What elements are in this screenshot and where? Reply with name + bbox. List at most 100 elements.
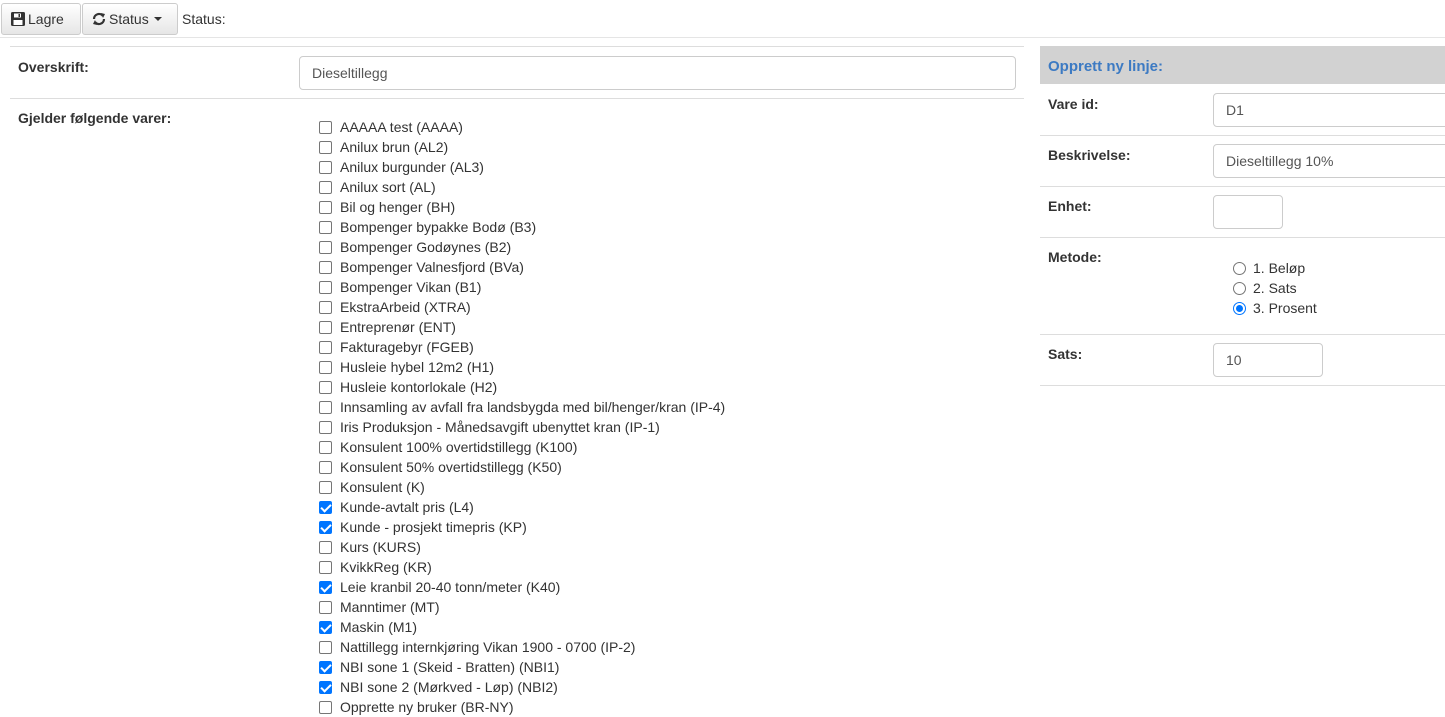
item-label: Entreprenør (ENT): [340, 319, 456, 335]
heading-label: Overskrift:: [18, 59, 89, 75]
metode-radio-group: 1. Beløp 2. Sats 3. Prosent: [1233, 258, 1317, 318]
checkbox-unchecked[interactable]: [319, 260, 332, 274]
item-checkbox-row[interactable]: Anilux brun (AL2): [319, 137, 725, 157]
item-checkbox-row[interactable]: Bompenger bypakke Bodø (B3): [319, 217, 725, 237]
checkbox-unchecked[interactable]: [319, 160, 332, 174]
metode-option-label: 1. Beløp: [1253, 260, 1306, 276]
checkbox-unchecked[interactable]: [319, 420, 332, 434]
item-label: Fakturagebyr (FGEB): [340, 339, 474, 355]
item-label: Konsulent (K): [340, 479, 425, 495]
checkbox-unchecked[interactable]: [319, 300, 332, 314]
checkbox-unchecked[interactable]: [319, 220, 332, 234]
checkbox-unchecked[interactable]: [319, 360, 332, 374]
checkbox-checked[interactable]: [319, 680, 332, 694]
checkbox-unchecked[interactable]: [319, 340, 332, 354]
item-label: Iris Produksjon - Månedsavgift ubenyttet…: [340, 419, 660, 435]
item-label: Konsulent 100% overtidstillegg (K100): [340, 439, 578, 455]
checkbox-unchecked[interactable]: [319, 400, 332, 414]
enhet-label: Enhet:: [1048, 198, 1092, 214]
item-checkbox-row[interactable]: Anilux sort (AL): [319, 177, 725, 197]
heading-input[interactable]: [299, 56, 1016, 90]
enhet-input[interactable]: [1213, 195, 1283, 229]
checkbox-unchecked[interactable]: [319, 120, 332, 134]
checkbox-unchecked[interactable]: [319, 560, 332, 574]
item-checkbox-row[interactable]: Konsulent (K): [319, 477, 725, 497]
checkbox-checked[interactable]: [319, 520, 332, 534]
beskrivelse-row: Beskrivelse:: [1040, 136, 1445, 187]
item-checkbox-row[interactable]: Kunde - prosjekt timepris (KP): [319, 517, 725, 537]
item-checkbox-row[interactable]: Bompenger Valnesfjord (BVa): [319, 257, 725, 277]
item-checkbox-row[interactable]: Husleie kontorlokale (H2): [319, 377, 725, 397]
item-label: EkstraArbeid (XTRA): [340, 299, 471, 315]
radio-unselected[interactable]: [1233, 261, 1246, 275]
checkbox-checked[interactable]: [319, 500, 332, 514]
item-label: Bompenger bypakke Bodø (B3): [340, 219, 537, 235]
item-checkbox-row[interactable]: Kurs (KURS): [319, 537, 725, 557]
checkbox-unchecked[interactable]: [319, 460, 332, 474]
save-button-label: Lagre: [28, 11, 64, 27]
metode-option[interactable]: 1. Beløp: [1233, 258, 1317, 278]
checkbox-checked[interactable]: [319, 620, 332, 634]
item-checkbox-row[interactable]: Iris Produksjon - Månedsavgift ubenyttet…: [319, 417, 725, 437]
item-checkbox-row[interactable]: Husleie hybel 12m2 (H1): [319, 357, 725, 377]
floppy-disk-icon: [10, 11, 26, 27]
radio-unselected[interactable]: [1233, 281, 1246, 295]
vare-id-input[interactable]: [1213, 93, 1445, 127]
item-checkbox-row[interactable]: Kunde-avtalt pris (L4): [319, 497, 725, 517]
checkbox-unchecked[interactable]: [319, 180, 332, 194]
item-label: Bil og henger (BH): [340, 199, 456, 215]
item-checkbox-row[interactable]: Bil og henger (BH): [319, 197, 725, 217]
item-checkbox-row[interactable]: Fakturagebyr (FGEB): [319, 337, 725, 357]
item-checkbox-row[interactable]: Nattillegg internkjøring Vikan 1900 - 07…: [319, 637, 725, 657]
item-label: Husleie hybel 12m2 (H1): [340, 359, 495, 375]
checkbox-unchecked[interactable]: [319, 440, 332, 454]
item-checkbox-row[interactable]: Bompenger Godøynes (B2): [319, 237, 725, 257]
item-checkbox-row[interactable]: KvikkReg (KR): [319, 557, 725, 577]
checkbox-unchecked[interactable]: [319, 320, 332, 334]
item-checkbox-row[interactable]: AAAAA test (AAAA): [319, 117, 725, 137]
checkbox-unchecked[interactable]: [319, 200, 332, 214]
metode-option[interactable]: 3. Prosent: [1233, 298, 1317, 318]
radio-selected[interactable]: [1233, 301, 1246, 315]
checkbox-unchecked[interactable]: [319, 380, 332, 394]
checkbox-unchecked[interactable]: [319, 140, 332, 154]
item-checkbox-row[interactable]: Leie kranbil 20-40 tonn/meter (K40): [319, 577, 725, 597]
metode-option[interactable]: 2. Sats: [1233, 278, 1317, 298]
checkbox-unchecked[interactable]: [319, 540, 332, 554]
metode-row: Metode: 1. Beløp 2. Sats 3. Prosent: [1040, 238, 1445, 335]
checkbox-unchecked[interactable]: [319, 280, 332, 294]
item-label: Anilux burgunder (AL3): [340, 159, 484, 175]
item-checkbox-row[interactable]: Entreprenør (ENT): [319, 317, 725, 337]
item-checkbox-row[interactable]: NBI sone 1 (Skeid - Bratten) (NBI1): [319, 657, 725, 677]
item-label: Leie kranbil 20-40 tonn/meter (K40): [340, 579, 561, 595]
status-dropdown-button[interactable]: Status: [82, 3, 178, 35]
item-label: Konsulent 50% overtidstillegg (K50): [340, 459, 562, 475]
item-checkbox-row[interactable]: Maskin (M1): [319, 617, 725, 637]
metode-label: Metode:: [1048, 249, 1102, 265]
item-checkbox-row[interactable]: EkstraArbeid (XTRA): [319, 297, 725, 317]
checkbox-unchecked[interactable]: [319, 480, 332, 494]
checkbox-unchecked[interactable]: [319, 240, 332, 254]
checkbox-unchecked[interactable]: [319, 700, 332, 714]
checkbox-unchecked[interactable]: [319, 640, 332, 654]
item-label: Kunde - prosjekt timepris (KP): [340, 519, 527, 535]
save-button[interactable]: Lagre: [1, 3, 81, 35]
checkbox-unchecked[interactable]: [319, 600, 332, 614]
item-checkbox-list: AAAAA test (AAAA) Anilux brun (AL2) Anilux…: [319, 117, 725, 717]
item-checkbox-row[interactable]: Konsulent 100% overtidstillegg (K100): [319, 437, 725, 457]
beskrivelse-input[interactable]: [1213, 144, 1445, 178]
item-checkbox-row[interactable]: Konsulent 50% overtidstillegg (K50): [319, 457, 725, 477]
heading-row: Overskrift:: [10, 47, 1024, 99]
sats-input[interactable]: [1213, 343, 1323, 377]
checkbox-checked[interactable]: [319, 580, 332, 594]
item-checkbox-row[interactable]: Manntimer (MT): [319, 597, 725, 617]
checkbox-checked[interactable]: [319, 660, 332, 674]
item-checkbox-row[interactable]: Innsamling av avfall fra landsbygda med …: [319, 397, 725, 417]
metode-option-label: 2. Sats: [1253, 280, 1297, 296]
item-checkbox-row[interactable]: NBI sone 2 (Mørkved - Løp) (NBI2): [319, 677, 725, 697]
item-checkbox-row[interactable]: Opprette ny bruker (BR-NY): [319, 697, 725, 717]
item-checkbox-row[interactable]: Bompenger Vikan (B1): [319, 277, 725, 297]
item-label: Bompenger Valnesfjord (BVa): [340, 259, 524, 275]
item-label: Kunde-avtalt pris (L4): [340, 499, 474, 515]
item-checkbox-row[interactable]: Anilux burgunder (AL3): [319, 157, 725, 177]
